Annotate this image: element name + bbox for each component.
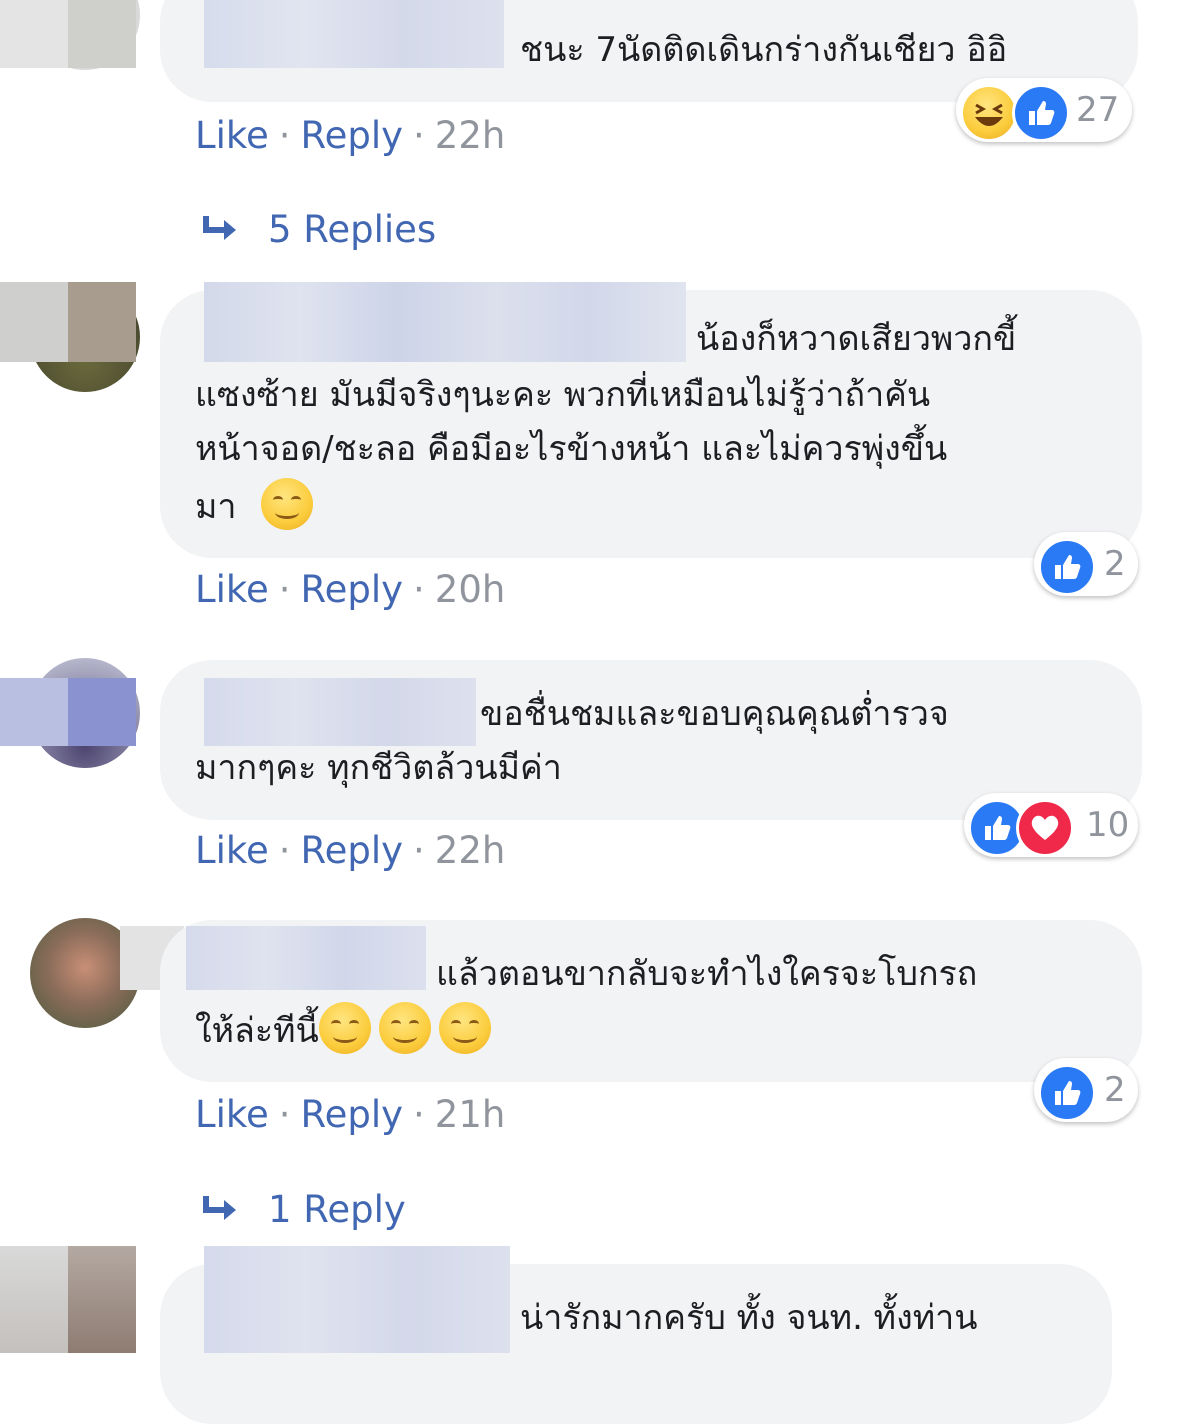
reply-link[interactable]: Reply <box>301 568 403 611</box>
avatar-blur <box>0 678 68 746</box>
like-link[interactable]: Like <box>195 829 269 872</box>
love-icon <box>1016 799 1074 857</box>
reply-arrow-icon <box>203 1196 236 1220</box>
author-name-blurred[interactable] <box>186 926 426 990</box>
separator: · <box>413 568 425 611</box>
reaction-summary[interactable]: 2 <box>1034 1058 1138 1122</box>
reply-arrow-icon <box>203 216 236 240</box>
comment-text-line: หน้าจอด/ชะลอ คือมีอะไรข้างหน้า และไม่ควร… <box>195 429 948 469</box>
reply-link[interactable]: Reply <box>301 829 403 872</box>
replies-label: 5 Replies <box>268 208 437 251</box>
author-name-blurred[interactable] <box>204 0 504 68</box>
replies-label: 1 Reply <box>268 1188 406 1231</box>
comment-text: ให้ล่ะทีนี้ <box>195 1011 319 1051</box>
blush-emoji-icon <box>378 1002 431 1054</box>
avatar-blur <box>0 0 68 68</box>
comment-text-line: น้องก็หวาดเสียวพวกขี้ <box>696 319 1017 359</box>
avatar-blur <box>0 282 68 362</box>
haha-icon <box>960 84 1018 142</box>
like-link[interactable]: Like <box>195 114 269 157</box>
timestamp[interactable]: 22h <box>435 114 506 157</box>
relieved-emoji-icon <box>261 478 314 530</box>
comment-actions: Like · Reply · 22h <box>195 829 505 873</box>
like-icon <box>1038 538 1096 596</box>
avatar-blur <box>68 282 136 362</box>
separator: · <box>278 114 291 157</box>
comment-text-line: มา <box>195 478 321 535</box>
author-name-blurred[interactable] <box>204 678 476 746</box>
comment-actions: Like · Reply · 20h <box>195 568 505 612</box>
reply-link[interactable]: Reply <box>301 114 403 157</box>
view-replies-link[interactable]: 1 Reply <box>200 1188 406 1232</box>
reply-link[interactable]: Reply <box>301 1093 403 1136</box>
separator: · <box>413 1093 425 1136</box>
avatar-blur[interactable] <box>0 1246 68 1353</box>
reaction-count: 2 <box>1104 1070 1126 1110</box>
avatar-blur <box>68 678 136 746</box>
author-name-blurred[interactable] <box>204 282 686 362</box>
comment-text-line: แซงซ้าย มันมีจริงๆนะคะ พวกที่เหมือนไม่รู… <box>195 375 931 415</box>
timestamp[interactable]: 21h <box>435 1093 506 1136</box>
blush-emoji-icon <box>318 1002 371 1054</box>
timestamp[interactable]: 22h <box>435 829 506 872</box>
avatar-blur <box>68 0 136 68</box>
separator: · <box>278 829 291 872</box>
like-link[interactable]: Like <box>195 568 269 611</box>
separator: · <box>413 114 425 157</box>
author-name-blurred[interactable] <box>204 1246 510 1353</box>
comment-actions: Like · Reply · 22h <box>195 114 505 158</box>
comment-text: มา <box>195 487 237 527</box>
separator: · <box>413 829 425 872</box>
reaction-count: 10 <box>1086 805 1130 845</box>
reaction-summary[interactable]: 2 <box>1034 532 1138 596</box>
comment-text-line: มากๆคะ ทุกชีวิตล้วนมีค่า <box>195 748 562 788</box>
timestamp[interactable]: 20h <box>435 568 506 611</box>
separator: · <box>278 568 291 611</box>
like-icon <box>1012 84 1070 142</box>
avatar-blur <box>68 1246 136 1353</box>
comment-text-line: แล้วตอนขากลับจะทำไงใครจะโบกรถ <box>436 954 978 994</box>
reaction-summary[interactable]: 10 <box>964 793 1138 857</box>
reaction-summary[interactable]: 27 <box>956 78 1132 142</box>
like-link[interactable]: Like <box>195 1093 269 1136</box>
reaction-count: 27 <box>1076 90 1120 130</box>
comment-actions: Like · Reply · 21h <box>195 1093 505 1137</box>
view-replies-link[interactable]: 5 Replies <box>200 208 436 252</box>
like-icon <box>1038 1064 1096 1122</box>
comment-text: ชนะ 7นัดติดเดินกร่างกันเชียว อิอิ <box>520 30 1008 70</box>
comment-text: น่ารักมากครับ ทั้ง จนท. ทั้งท่าน <box>520 1298 978 1338</box>
reaction-count: 2 <box>1104 544 1126 584</box>
separator: · <box>278 1093 291 1136</box>
comment-text-line: ขอชื่นชมและขอบคุณคุณต่ำรวจ <box>480 694 949 734</box>
comment-text-line: ให้ล่ะทีนี้ <box>195 1002 499 1059</box>
blush-emoji-icon <box>438 1002 491 1054</box>
